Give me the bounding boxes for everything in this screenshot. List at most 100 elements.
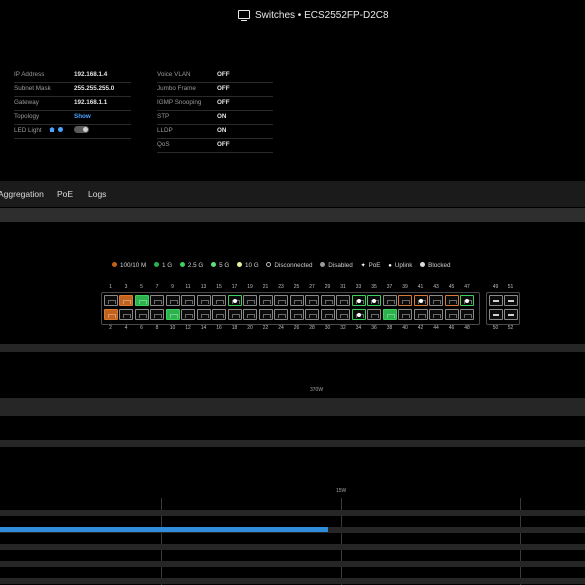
port-36[interactable]: [367, 309, 381, 320]
info-row-gateway: Gateway 192.168.1.1: [14, 96, 131, 111]
tab-poe[interactable]: PoE: [57, 189, 73, 199]
port-21[interactable]: [258, 295, 273, 306]
port-22[interactable]: [258, 309, 273, 320]
port-number: 52: [507, 325, 514, 331]
port-3[interactable]: [119, 295, 133, 306]
sfp-port-49[interactable]: [488, 295, 503, 306]
port-24[interactable]: [274, 309, 288, 320]
port-14[interactable]: [196, 309, 211, 320]
port-8[interactable]: [150, 309, 164, 320]
port-19[interactable]: [243, 295, 257, 306]
info-row-qos: QoS OFF: [157, 138, 273, 153]
info-value: 255.255.255.0: [74, 85, 115, 92]
sfp-port-51[interactable]: [503, 295, 518, 306]
port-30[interactable]: [320, 309, 335, 320]
port-number: 29: [324, 284, 331, 290]
port-34[interactable]: [351, 309, 366, 320]
port-number: 17: [231, 284, 238, 290]
info-value: OFF: [217, 99, 230, 106]
led-light-toggle[interactable]: [74, 126, 89, 133]
info-value: ON: [217, 113, 227, 120]
port-28[interactable]: [305, 309, 319, 320]
info-row-topology: Topology Show: [14, 110, 131, 125]
port-4[interactable]: [119, 309, 133, 320]
port-1[interactable]: [103, 295, 118, 306]
port-38[interactable]: [382, 309, 397, 320]
port-10[interactable]: [165, 309, 180, 320]
port-number: 21: [262, 284, 269, 290]
port-7[interactable]: [150, 295, 164, 306]
port-43[interactable]: [429, 295, 443, 306]
port-number: 16: [216, 325, 222, 331]
port-41[interactable]: [413, 295, 428, 306]
port-11[interactable]: [181, 295, 195, 306]
legend-item: 1 G: [154, 262, 172, 269]
port-6[interactable]: [134, 309, 149, 320]
port-23[interactable]: [274, 295, 288, 306]
port-44[interactable]: [429, 309, 443, 320]
port-42[interactable]: [413, 309, 428, 320]
port-13[interactable]: [196, 295, 211, 306]
page-title: Switches • ECS2552FP-D2C8: [238, 10, 389, 22]
port-32[interactable]: [336, 309, 350, 320]
led-color-dot[interactable]: [58, 127, 63, 132]
port-18[interactable]: [227, 309, 242, 320]
info-key: Jumbo Frame: [157, 85, 196, 92]
port-number: 44: [433, 325, 439, 331]
port-20[interactable]: [243, 309, 257, 320]
info-row-jumbo: Jumbo Frame OFF: [157, 82, 273, 97]
port-12[interactable]: [181, 309, 195, 320]
port-47[interactable]: [460, 295, 474, 306]
legend-item: 10 G: [236, 262, 259, 269]
sfp-port-52[interactable]: [503, 309, 518, 320]
info-key: LLDP: [157, 127, 173, 134]
poe-bar-row: [0, 578, 585, 584]
port-45[interactable]: [444, 295, 459, 306]
info-key: IGMP Snooping: [157, 99, 202, 106]
port-29[interactable]: [320, 295, 335, 306]
port-number: 7: [155, 284, 159, 290]
port-number: 49: [492, 284, 499, 290]
port-number: 14: [200, 325, 207, 331]
legend-item: Disabled: [320, 262, 353, 269]
port-26[interactable]: [289, 309, 304, 320]
port-9[interactable]: [165, 295, 180, 306]
port-5[interactable]: [134, 295, 149, 306]
port-31[interactable]: [336, 295, 350, 306]
port-37[interactable]: [382, 295, 397, 306]
port-46[interactable]: [444, 309, 459, 320]
port-number: 51: [507, 284, 514, 290]
port-legend: 100/10 M 1 G 2.5 G 5 G 10 G Disconnected…: [112, 262, 457, 269]
port-number: 34: [355, 325, 362, 331]
info-row-voice-vlan: Voice VLAN OFF: [157, 68, 273, 83]
port-2[interactable]: [103, 309, 118, 320]
port-17[interactable]: [227, 295, 242, 306]
title-text: Switches • ECS2552FP-D2C8: [255, 10, 389, 21]
port-16[interactable]: [212, 309, 226, 320]
port-number: 41: [417, 284, 424, 290]
port-27[interactable]: [305, 295, 319, 306]
sfp-port-50[interactable]: [488, 309, 503, 320]
port-number: 48: [464, 325, 470, 331]
green-dot-icon: [179, 262, 185, 267]
orange-dot-icon: [112, 262, 117, 267]
port-35[interactable]: [367, 295, 381, 306]
grey-dot-icon: [320, 262, 326, 267]
port-number: 15: [216, 284, 222, 290]
tab-aggregation[interactable]: Aggregation: [0, 189, 44, 199]
poe-icon: [356, 313, 361, 317]
port-number: 32: [340, 325, 346, 331]
poe-icon: [356, 299, 361, 303]
topology-show-link[interactable]: Show: [74, 113, 91, 120]
port-40[interactable]: [398, 309, 412, 320]
port-39[interactable]: [398, 295, 412, 306]
tab-logs[interactable]: Logs: [88, 189, 106, 199]
port-48[interactable]: [460, 309, 474, 320]
port-25[interactable]: [289, 295, 304, 306]
blocked-icon: [420, 262, 426, 267]
port-15[interactable]: [212, 295, 226, 306]
uplink-icon: ●: [388, 263, 392, 269]
info-value: OFF: [217, 141, 230, 148]
port-number: 33: [355, 284, 362, 290]
port-33[interactable]: [351, 295, 366, 306]
